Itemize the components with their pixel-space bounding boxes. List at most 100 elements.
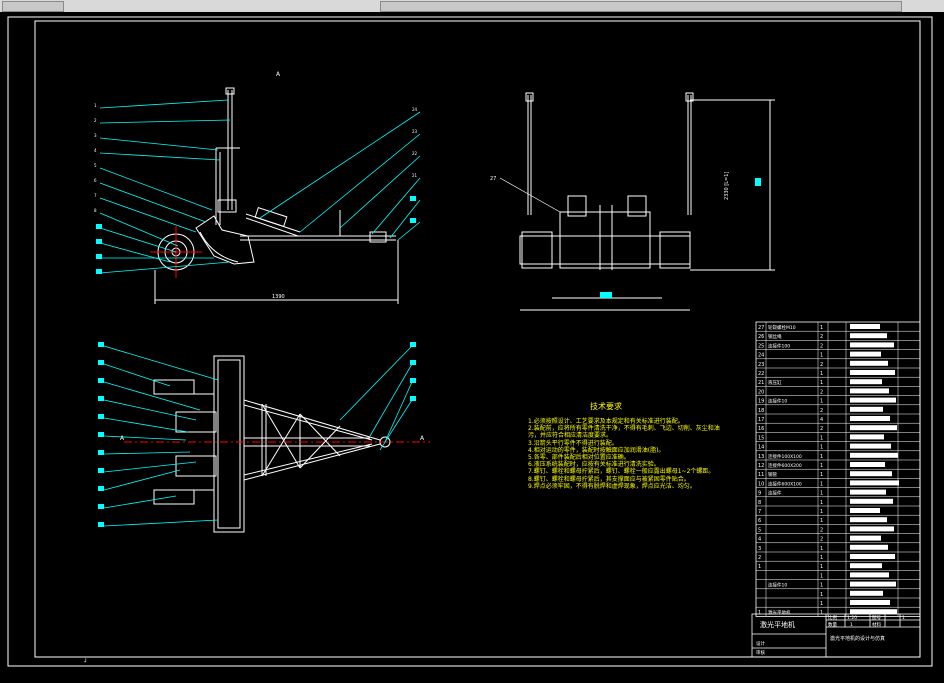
- bom-qty: 1: [820, 546, 823, 552]
- callout-label: 23: [412, 129, 418, 134]
- bom-name: 连接件600X200: [768, 462, 802, 469]
- bom-no: 8: [758, 500, 761, 506]
- bom-row: 25 连接件100 2: [756, 340, 920, 349]
- bom-material-fill: [850, 535, 881, 541]
- bom-no: 6: [758, 518, 761, 524]
- bom-row: 27 轮毂螺栓M10 1: [758, 324, 880, 331]
- leader-line: [99, 99, 229, 109]
- bom-qty: 2: [820, 343, 823, 349]
- bom-material-fill: [850, 517, 887, 523]
- bom-qty: 1: [820, 564, 823, 570]
- plan-leaders-left: [98, 342, 219, 527]
- callout-marker: [98, 522, 104, 527]
- bom-material-fill: [850, 397, 896, 403]
- callout-marker: [98, 378, 104, 383]
- bom-qty: 2: [820, 537, 823, 543]
- bom-row: 23 2: [756, 358, 920, 368]
- bom-qty: 2: [820, 408, 823, 414]
- callout-marker: [410, 360, 416, 365]
- callout-marker: [98, 450, 104, 455]
- review-label: 审核: [756, 649, 765, 656]
- bom-no: 21: [758, 380, 764, 386]
- cad-drawing-canvas[interactable]: 12345678 24 23 22 21 1390 A 2330 [L=1] 27: [0, 12, 944, 679]
- technical-requirements-title: 技术要求: [590, 402, 622, 411]
- leader-line: [103, 495, 177, 509]
- callout-label: 4: [94, 148, 97, 153]
- bom-material-fill: [850, 351, 881, 357]
- callout-marker: [98, 486, 104, 491]
- callout-label: 22: [412, 151, 418, 156]
- design-note: 激光平地机的设计与仿真: [830, 635, 885, 642]
- window-tab[interactable]: [2, 1, 64, 12]
- bill-of-materials: 27 轮毂螺栓M10 126 钢丝绳 225 连接件100 224 123 222 121 液压缸 1…: [755, 321, 921, 617]
- technical-requirements: 1.必须按照设计、工艺要求及本规定和有关标准进行装配。 2.装配前，应将所有零件清…: [528, 418, 728, 490]
- bom-qty: 1: [820, 435, 823, 441]
- bom-qty: 1: [820, 555, 823, 561]
- bom-qty: 1: [820, 610, 823, 616]
- bom-no: 13: [758, 454, 764, 460]
- requirement-item: 8.螺钉、螺栓和螺母拧紧后，其支撑面应与被紧固零件贴合。: [528, 475, 690, 483]
- bom-qty: 1: [820, 573, 823, 579]
- bom-no: 22: [758, 371, 764, 377]
- callout-marker: [410, 218, 416, 223]
- leader-line: [103, 451, 191, 455]
- bom-row: 12 连接件600X200 1: [756, 459, 920, 469]
- bom-no: 17: [758, 417, 764, 423]
- leader-line: [299, 133, 421, 233]
- bom-no: 1: [758, 564, 761, 570]
- qty-label: 数量: [828, 621, 837, 628]
- bom-name: 连接件100X100: [768, 453, 802, 460]
- bom-row: 31: [756, 542, 920, 552]
- bom-row: 16 2: [756, 422, 920, 432]
- side-view: [154, 87, 399, 304]
- window-top-strip: [0, 0, 944, 12]
- bom-no: 25: [758, 343, 764, 349]
- bom-qty: 1: [820, 325, 823, 331]
- leader-line: [99, 182, 207, 223]
- bom-row: 连接件10 1: [756, 579, 920, 589]
- bom-qty: 1: [820, 380, 823, 386]
- bom-qty: 1: [820, 592, 823, 598]
- bom-row: 10 连接件600X100 1: [756, 478, 920, 487]
- cad-drawing: 12345678 24232221 1390 A 2330 [L=1] 27 A…: [7, 16, 933, 667]
- bom-no: 24: [758, 353, 764, 359]
- bom-no: 19: [758, 399, 764, 405]
- leader-line: [99, 152, 221, 161]
- bom-row: 52: [756, 524, 920, 533]
- requirement-item: 4.相对运动的零件，装配时按触面应加润滑油(脂)。: [528, 446, 665, 454]
- bom-qty: 1: [820, 491, 823, 497]
- drawing-value: 1: [902, 615, 905, 621]
- bom-no: 16: [758, 426, 764, 432]
- bom-no: 7: [758, 509, 761, 515]
- bom-qty: 1: [820, 509, 823, 515]
- leader-line: [397, 221, 421, 241]
- callout-label: 1: [94, 103, 97, 108]
- bom-no: 11: [758, 472, 764, 478]
- material-label: 材料: [872, 621, 881, 628]
- bom-qty: 1: [820, 481, 823, 487]
- bom-no: 15: [758, 435, 764, 441]
- bom-name: 连接件10: [768, 582, 787, 589]
- callout-label: 2: [94, 118, 97, 123]
- callout-marker: [98, 396, 104, 401]
- front-height-dimension: 2330 [L=1]: [724, 172, 730, 200]
- callout-marker: [96, 269, 102, 274]
- bom-no: 4: [758, 537, 761, 543]
- callout-marker: [98, 360, 104, 365]
- callout-label: 8: [94, 208, 97, 213]
- callout-marker: [98, 468, 104, 473]
- bom-row: 14 1: [756, 441, 920, 451]
- bom-material-fill: [850, 379, 882, 385]
- bom-qty: 2: [820, 389, 823, 395]
- cursor-marker: ┘: [83, 658, 88, 666]
- leader-line: [99, 261, 231, 274]
- bom-row: 1 激光平地机 1: [756, 606, 920, 616]
- bom-material-fill: [850, 498, 893, 504]
- callout-marker: [96, 224, 102, 229]
- bom-no: 26: [758, 334, 764, 340]
- title-block-name: 激光平地机: [760, 620, 795, 629]
- window-tab[interactable]: [380, 1, 902, 12]
- bom-qty: 2: [820, 362, 823, 368]
- bom-row: 42: [756, 533, 920, 543]
- plan-leaders-right: [339, 342, 416, 451]
